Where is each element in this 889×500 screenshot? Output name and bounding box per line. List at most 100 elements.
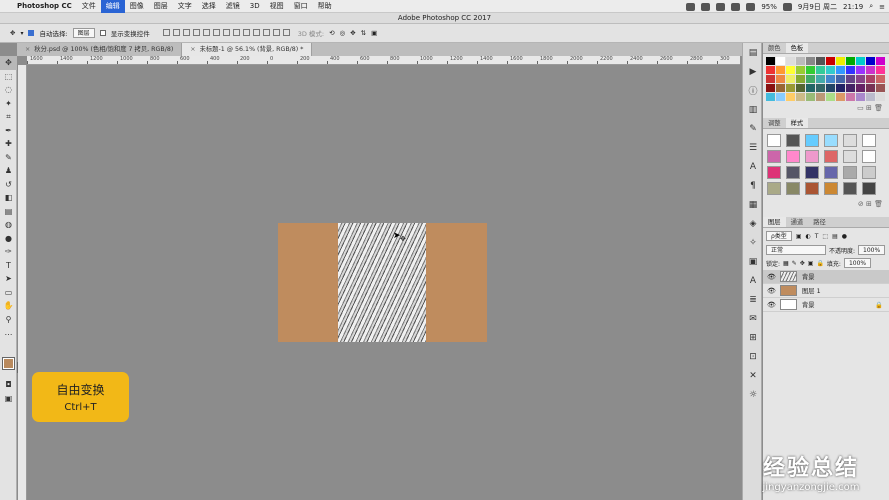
align-hcenter-icon[interactable] xyxy=(202,28,210,36)
gradient-tool-icon[interactable]: ▤ xyxy=(0,205,17,219)
style-swatch[interactable] xyxy=(805,134,819,147)
color-swatch[interactable] xyxy=(796,93,805,101)
color-swatch[interactable] xyxy=(856,84,865,92)
color-swatch[interactable] xyxy=(846,66,855,74)
filter-smart-icon[interactable]: ▤ xyxy=(832,233,838,240)
more-tools-icon[interactable]: … xyxy=(0,326,17,340)
measurement-icon[interactable]: ⊞ xyxy=(743,328,763,347)
camera-icon[interactable] xyxy=(686,2,696,11)
blend-mode-select[interactable]: 正常 xyxy=(766,245,826,255)
zoom-tool-icon[interactable]: ⚲ xyxy=(0,313,17,327)
tab-adjustments[interactable]: 调整 xyxy=(763,118,786,128)
color-swatch[interactable] xyxy=(796,75,805,83)
color-swatch[interactable] xyxy=(766,84,775,92)
dropdown-icon[interactable]: ▾ xyxy=(20,30,23,37)
tab-color[interactable]: 颜色 xyxy=(763,43,786,53)
color-swatch[interactable] xyxy=(806,66,815,74)
distribute-right-icon[interactable] xyxy=(272,28,280,36)
tab-paths[interactable]: 路径 xyxy=(808,217,831,227)
menu-select[interactable]: 选择 xyxy=(197,0,221,13)
trash-icon[interactable]: 🗑 xyxy=(874,104,883,112)
tab-untitled[interactable]: × 未标题-1 @ 56.1% (背景, RGB/8) * xyxy=(182,43,313,56)
color-swatch[interactable] xyxy=(846,75,855,83)
search-icon[interactable]: ⌕ xyxy=(869,2,873,11)
color-swatch[interactable] xyxy=(816,93,825,101)
color-swatch[interactable] xyxy=(876,84,885,92)
menu-file[interactable]: 文件 xyxy=(77,0,101,13)
menu-image[interactable]: 图像 xyxy=(125,0,149,13)
eye-icon[interactable]: 👁 xyxy=(767,273,776,281)
color-swatch[interactable] xyxy=(876,93,885,101)
auto-align-icon[interactable] xyxy=(282,28,290,36)
stamp-tool-icon[interactable]: ♟ xyxy=(0,164,17,178)
color-swatch[interactable] xyxy=(856,66,865,74)
color-swatch[interactable] xyxy=(806,57,815,65)
info-icon[interactable]: ⓘ xyxy=(743,81,763,100)
style-swatch[interactable] xyxy=(843,134,857,147)
distribute-hcenter-icon[interactable] xyxy=(262,28,270,36)
color-swatch[interactable] xyxy=(766,66,775,74)
magic-wand-icon[interactable]: ✦ xyxy=(0,97,17,111)
close-icon[interactable]: × xyxy=(25,46,30,53)
close-icon[interactable]: × xyxy=(190,46,195,53)
screen-mode-icon[interactable]: ▣ xyxy=(0,392,17,406)
color-swatch[interactable] xyxy=(856,75,865,83)
style-swatch[interactable] xyxy=(805,182,819,195)
lock-move-icon[interactable]: ✥ xyxy=(800,260,805,267)
color-swatch[interactable] xyxy=(766,75,775,83)
distribute-left-icon[interactable] xyxy=(252,28,260,36)
layer-row[interactable]: 👁 背景 🔒 xyxy=(763,298,889,312)
trash-icon[interactable]: 🗑 xyxy=(874,200,883,208)
color-swatch[interactable] xyxy=(836,75,845,83)
tab-swatches[interactable]: 色板 xyxy=(785,43,809,53)
lock-pixels-icon[interactable]: ▦ xyxy=(783,260,789,267)
eye-icon[interactable]: 👁 xyxy=(767,301,776,309)
properties-icon[interactable]: ☰ xyxy=(743,138,763,157)
color-swatch[interactable] xyxy=(836,93,845,101)
color-swatch[interactable] xyxy=(776,84,785,92)
style-swatch[interactable] xyxy=(824,166,838,179)
3d-scale-icon[interactable]: ▣ xyxy=(371,29,377,37)
tab-channels[interactable]: 通道 xyxy=(786,217,809,227)
wechat-icon[interactable] xyxy=(716,2,726,11)
color-swatch[interactable] xyxy=(806,75,815,83)
rectangle-tool-icon[interactable]: ▭ xyxy=(0,286,17,300)
brush-tool-icon[interactable]: ✎ xyxy=(0,151,17,165)
align-right-icon[interactable] xyxy=(212,28,220,36)
glyph-icon[interactable]: ✧ xyxy=(743,233,763,252)
menu-view[interactable]: 视图 xyxy=(265,0,289,13)
move-tool-icon[interactable]: ✥ xyxy=(0,56,17,70)
3d-rotate-icon[interactable]: ⟲ xyxy=(329,29,334,37)
filter-toggle-icon[interactable]: ● xyxy=(842,233,847,240)
libraries-icon[interactable]: ▥ xyxy=(743,100,763,119)
healing-brush-icon[interactable]: ✚ xyxy=(0,137,17,151)
color-swatch[interactable] xyxy=(816,66,825,74)
menu-edit[interactable]: 编辑 xyxy=(100,0,125,13)
add-style-icon[interactable]: ⊞ xyxy=(866,200,872,208)
dodge-tool-icon[interactable]: ● xyxy=(0,232,17,246)
color-swatch[interactable] xyxy=(876,57,885,65)
document-canvas[interactable] xyxy=(278,223,487,342)
color-swatch[interactable] xyxy=(796,66,805,74)
style-swatch[interactable] xyxy=(862,166,876,179)
style-swatch[interactable] xyxy=(786,150,800,163)
timeline-icon[interactable]: ⊡ xyxy=(743,347,763,366)
color-swatch[interactable] xyxy=(866,93,875,101)
move-tool-icon[interactable]: ✥ xyxy=(10,29,15,37)
distribute-top-icon[interactable] xyxy=(222,28,230,36)
color-swatch[interactable] xyxy=(806,93,815,101)
hand-tool-icon[interactable]: ✋ xyxy=(0,299,17,313)
color-swatch[interactable] xyxy=(866,66,875,74)
color-swatch[interactable] xyxy=(816,75,825,83)
color-swatch[interactable] xyxy=(816,84,825,92)
color-swatch[interactable] xyxy=(826,66,835,74)
ai-icon[interactable] xyxy=(701,2,711,11)
style-swatch[interactable] xyxy=(767,166,781,179)
lock-all-icon[interactable]: 🔒 xyxy=(816,260,823,267)
color-swatch[interactable] xyxy=(786,93,795,101)
battery-icon[interactable] xyxy=(782,2,792,11)
style-swatch[interactable] xyxy=(767,134,781,147)
eyedropper-icon[interactable]: ✒ xyxy=(0,124,17,138)
style-swatch[interactable] xyxy=(862,150,876,163)
opacity-input[interactable]: 100% xyxy=(858,245,886,255)
